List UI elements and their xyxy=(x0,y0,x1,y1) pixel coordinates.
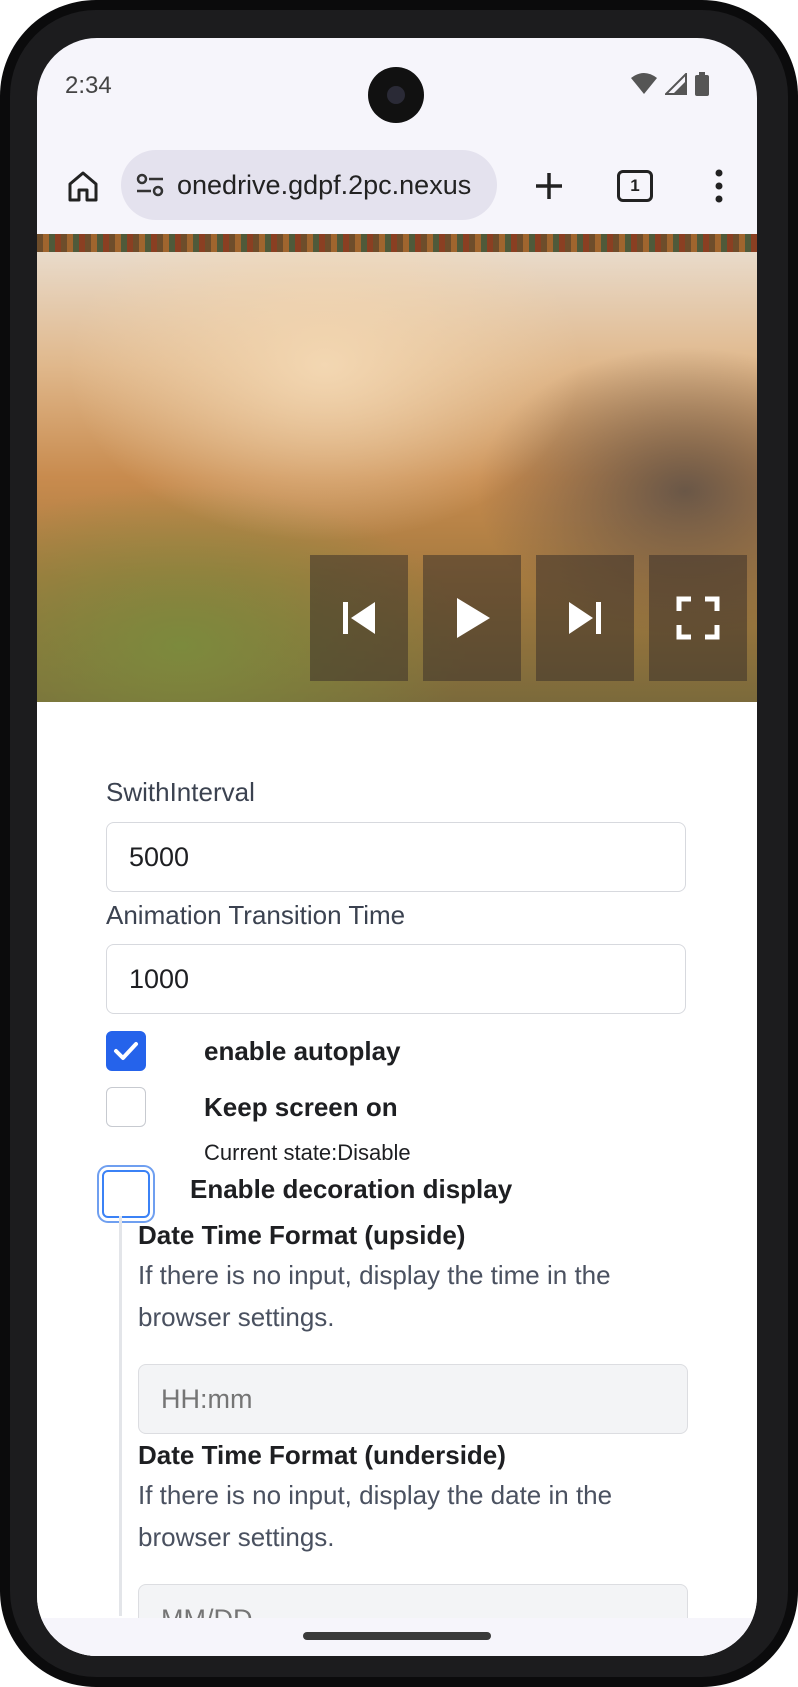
address-bar[interactable]: onedrive.gdpf.2pc.nexus xyxy=(121,150,497,220)
keep-screen-on-state: Current state:Disable xyxy=(204,1140,411,1165)
upside-format-input[interactable] xyxy=(138,1364,688,1434)
upside-format-title: Date Time Format (upside) xyxy=(138,1220,466,1250)
image-top-strip xyxy=(37,234,757,252)
check-icon xyxy=(114,1042,138,1060)
skip-previous-icon xyxy=(343,602,375,634)
home-icon xyxy=(68,171,98,202)
tab-count: 1 xyxy=(630,176,640,195)
phone-screen: 2:34 onedrive.gdpf.2pc.nexus 1 SwithInte… xyxy=(37,38,757,1656)
phone-frame: 2:34 onedrive.gdpf.2pc.nexus 1 SwithInte… xyxy=(0,0,798,1687)
underside-format-title: Date Time Format (underside) xyxy=(138,1440,506,1470)
underside-format-help: If there is no input, display the date i… xyxy=(138,1480,613,1552)
autoplay-label: enable autoplay xyxy=(204,1036,401,1066)
play-button[interactable] xyxy=(423,555,521,681)
url-text: onedrive.gdpf.2pc.nexus xyxy=(177,169,472,200)
fullscreen-icon xyxy=(676,596,720,640)
skip-next-icon xyxy=(569,602,601,634)
autoplay-checkbox[interactable] xyxy=(106,1031,146,1071)
web-page: SwithInterval 5000 Animation Transition … xyxy=(37,234,757,1656)
keep-screen-on-label: Keep screen on xyxy=(204,1092,398,1122)
plus-icon xyxy=(536,173,562,199)
status-icons xyxy=(631,72,709,96)
home-gesture-handle[interactable] xyxy=(303,1632,491,1640)
tab-switcher-button[interactable]: 1 xyxy=(607,158,663,214)
site-settings-icon xyxy=(136,173,164,197)
home-button[interactable] xyxy=(55,158,111,214)
play-icon xyxy=(457,598,490,638)
status-bar: 2:34 xyxy=(37,38,757,138)
more-vert-icon xyxy=(715,169,723,203)
signal-icon xyxy=(665,73,687,95)
switch-interval-label: SwithInterval xyxy=(106,777,255,807)
transition-time-input[interactable]: 1000 xyxy=(106,944,686,1014)
front-camera xyxy=(368,67,424,123)
site-settings-button[interactable] xyxy=(135,170,165,200)
new-tab-button[interactable] xyxy=(521,158,577,214)
upside-format-help: If there is no input, display the time i… xyxy=(138,1260,611,1332)
decoration-checkbox[interactable] xyxy=(102,1170,150,1218)
decoration-label: Enable decoration display xyxy=(190,1174,513,1204)
battery-icon xyxy=(695,72,709,96)
status-time: 2:34 xyxy=(65,72,112,99)
previous-button[interactable] xyxy=(310,555,408,681)
browser-toolbar: onedrive.gdpf.2pc.nexus 1 xyxy=(37,146,757,226)
fullscreen-button[interactable] xyxy=(649,555,747,681)
switch-interval-input[interactable]: 5000 xyxy=(106,822,686,892)
decoration-settings: Date Time Format (upside) If there is no… xyxy=(119,1216,691,1654)
slideshow-image xyxy=(37,234,757,702)
next-button[interactable] xyxy=(536,555,634,681)
keep-screen-on-checkbox[interactable] xyxy=(106,1087,146,1127)
tab-switcher-icon: 1 xyxy=(617,170,653,202)
wifi-icon xyxy=(631,73,657,94)
more-menu-button[interactable] xyxy=(691,158,747,214)
transition-time-label: Animation Transition Time xyxy=(106,900,406,930)
system-nav-bar xyxy=(37,1618,757,1656)
